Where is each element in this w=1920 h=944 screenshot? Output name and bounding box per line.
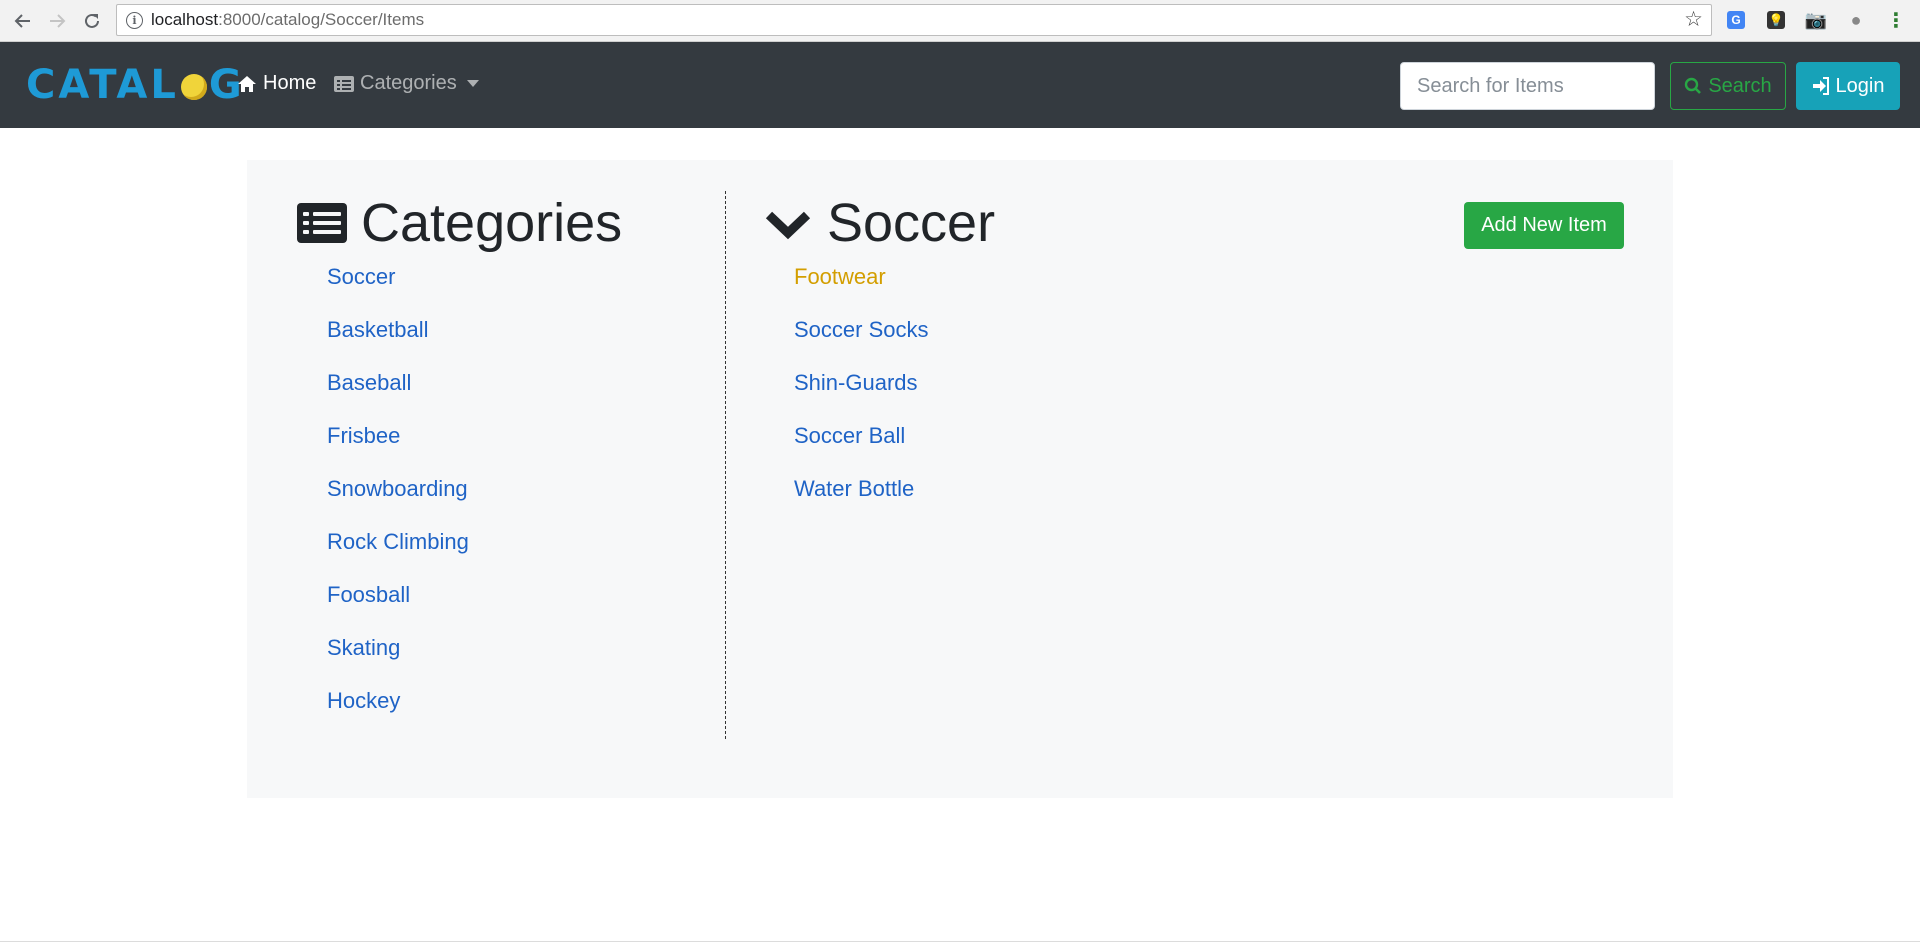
footer-divider (0, 941, 1920, 942)
category-link[interactable]: Basketball (327, 317, 429, 343)
browser-toolbar: i localhost:8000/catalog/Soccer/Items ☆ … (0, 0, 1920, 42)
login-button[interactable]: Login (1796, 62, 1900, 110)
item-link[interactable]: Water Bottle (794, 476, 914, 502)
url-host: localhost (151, 10, 219, 29)
category-link[interactable]: Snowboarding (327, 476, 468, 502)
caret-down-icon (466, 80, 479, 87)
item-link-active[interactable]: Footwear (794, 264, 886, 290)
reload-icon[interactable] (79, 8, 105, 34)
translate-extension-icon[interactable]: G (1724, 8, 1748, 32)
url-path: :8000/catalog/Soccer/Items (218, 10, 425, 29)
category-link[interactable]: Hockey (327, 688, 400, 714)
lightbulb-extension-icon[interactable]: 💡 (1764, 8, 1788, 32)
nav-home-link[interactable]: Home (237, 72, 316, 95)
chevron-down-icon (765, 211, 811, 240)
sign-in-icon (1812, 77, 1829, 95)
search-button-label: Search (1708, 74, 1772, 97)
back-icon[interactable] (10, 8, 36, 34)
soccer-title: Soccer (827, 193, 996, 253)
soccer-heading: Soccer (765, 192, 995, 254)
search-button[interactable]: Search (1670, 62, 1786, 110)
star-icon[interactable]: ☆ (1684, 7, 1703, 32)
category-link[interactable]: Frisbee (327, 423, 400, 449)
item-link[interactable]: Shin-Guards (794, 370, 918, 396)
categories-heading: Categories (297, 192, 622, 254)
brand-logo[interactable]: CATAL G (26, 62, 245, 108)
forward-icon[interactable] (44, 8, 70, 34)
category-link[interactable]: Soccer (327, 264, 395, 290)
nav-home-label: Home (263, 72, 317, 94)
brand-text-left: CATAL (26, 62, 179, 108)
list-alt-icon (334, 75, 354, 92)
list-alt-icon (297, 203, 347, 243)
category-link[interactable]: Baseball (327, 370, 411, 396)
add-new-item-button[interactable]: Add New Item (1464, 202, 1624, 249)
column-divider (725, 191, 726, 739)
login-button-label: Login (1835, 74, 1885, 97)
globe-extension-icon[interactable]: ● (1844, 8, 1868, 32)
categories-title: Categories (361, 193, 623, 253)
nav-categories-dropdown[interactable]: Categories (334, 72, 479, 95)
search-icon (1685, 77, 1702, 94)
category-link[interactable]: Skating (327, 635, 400, 661)
category-link[interactable]: Foosball (327, 582, 410, 608)
item-link[interactable]: Soccer Ball (794, 423, 905, 449)
home-icon (238, 75, 256, 92)
item-link[interactable]: Soccer Socks (794, 317, 929, 343)
nav-categories-label: Categories (360, 72, 457, 94)
search-input[interactable] (1400, 62, 1655, 110)
camera-extension-icon[interactable]: 📷 (1804, 8, 1828, 32)
info-icon[interactable]: i (126, 11, 143, 29)
more-menu-icon[interactable]: ⋮ (1884, 8, 1908, 32)
ball-logo-icon (180, 74, 207, 100)
address-bar[interactable]: i localhost:8000/catalog/Soccer/Items ☆ (116, 4, 1712, 36)
category-link[interactable]: Rock Climbing (327, 529, 469, 555)
